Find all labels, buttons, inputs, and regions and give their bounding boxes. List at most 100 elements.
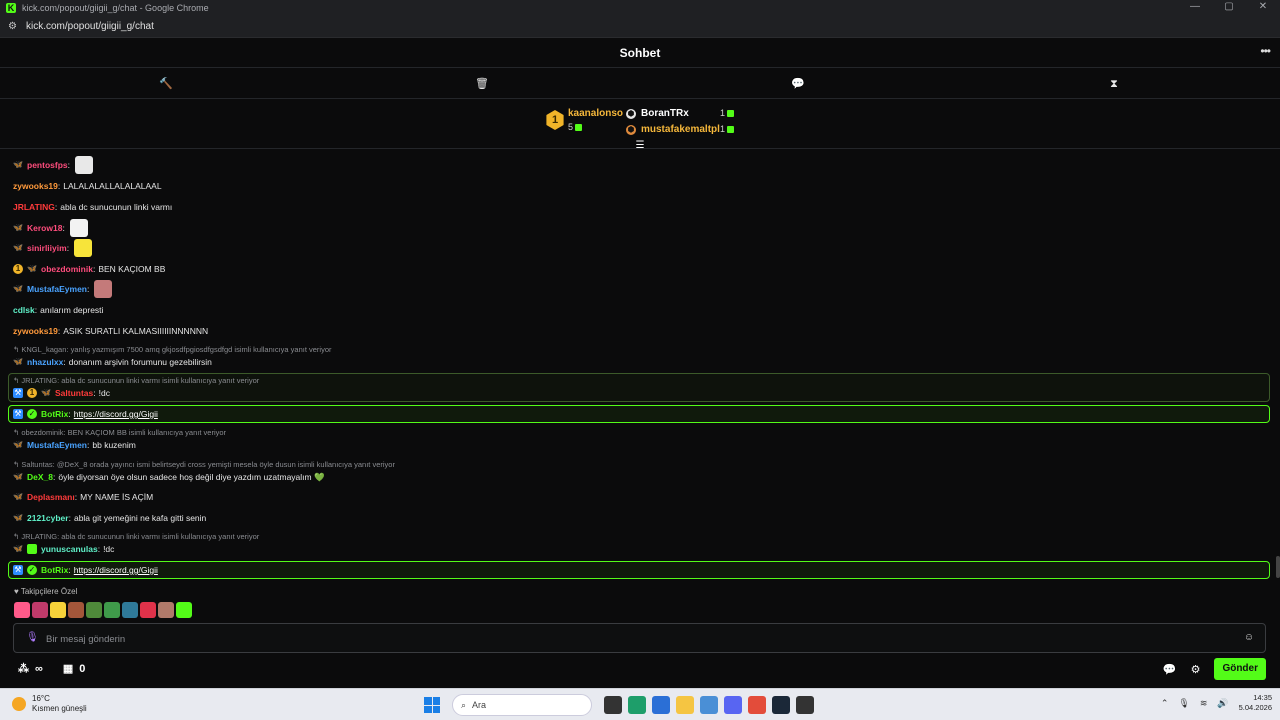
moderator-badge-icon: ⚒ <box>13 409 23 419</box>
emote-icon[interactable] <box>68 602 84 618</box>
username[interactable]: zywooks19 <box>13 181 58 191</box>
reply-context[interactable]: KNGL_kagan: yanlış yazmışım 7500 amq gkj… <box>13 345 331 355</box>
trash-icon[interactable]: 🗑 <box>475 77 489 91</box>
leaderboard-name: BoranTRx <box>641 108 689 119</box>
username[interactable]: pentosfps <box>27 160 68 170</box>
message-link[interactable]: https://discord.gg/Gigii <box>74 565 158 575</box>
username[interactable]: sinirliiyim <box>27 243 67 253</box>
leaderboard-count: 1 <box>720 108 735 118</box>
site-settings-icon[interactable]: ⚙ <box>8 21 18 32</box>
chat-input[interactable] <box>46 630 1226 648</box>
username[interactable]: DeX_8 <box>27 472 53 482</box>
wifi-icon[interactable]: ≋ <box>1200 698 1208 709</box>
username[interactable]: cdlsk <box>13 305 35 315</box>
message-link[interactable]: https://discord.gg/Gigii <box>74 409 158 419</box>
username[interactable]: yunuscanulas <box>41 544 98 554</box>
browser-title-bar: K kick.com/popout/giigii_g/chat - Google… <box>0 0 1280 16</box>
username[interactable]: nhazulxx <box>27 357 63 367</box>
rank-2-icon: ⬢ <box>626 109 636 119</box>
chat-bubble-icon[interactable]: 💬 <box>791 77 805 91</box>
url-text[interactable]: kick.com/popout/giigii_g/chat <box>26 21 154 32</box>
microphone-icon[interactable]: 🎙 <box>1178 698 1189 709</box>
maximize-button[interactable]: ▢ <box>1212 0 1246 16</box>
emote-icon[interactable] <box>122 602 138 618</box>
emote-quickbar <box>14 602 192 618</box>
minimize-button[interactable]: — <box>1178 0 1212 16</box>
username[interactable]: MustafaEymen <box>27 440 87 450</box>
reply-context[interactable]: JRLATING: abla dc sunucunun linki varmı … <box>13 376 259 386</box>
system-tray: ⌃ 🎙 ≋ 🔊 14:35 5.04.2026 <box>1161 693 1272 713</box>
start-icon[interactable] <box>424 697 440 713</box>
username[interactable]: Saltuntas <box>55 388 93 398</box>
emote-icon[interactable] <box>50 602 66 618</box>
microphone-icon[interactable]: 🎙 <box>26 632 39 644</box>
chat-message: 🦋 sinirliiyim: <box>13 239 93 257</box>
reply-context[interactable]: Saltuntas: @DeX_8 orada yayıncı ismi bel… <box>13 460 395 470</box>
steam-icon[interactable] <box>772 696 790 714</box>
username[interactable]: 2121cyber <box>27 513 69 523</box>
reply-context[interactable]: obezdominik: BEN KAÇIOM BB isimli kullan… <box>13 428 226 438</box>
emote-icon <box>94 280 113 298</box>
reply-context[interactable]: JRLATING: abla dc sunucunun linki varmı … <box>13 532 259 542</box>
hammer-icon[interactable]: 🔨 <box>159 77 173 91</box>
clock[interactable]: 14:35 5.04.2026 <box>1239 693 1272 713</box>
message-text: ASIK SURATLI KALMASIIIIIINNNNNN <box>63 326 209 336</box>
butterfly-badge-icon: 🦋 <box>13 357 23 366</box>
leaderboard-row[interactable]: ⬢ mustafakemaltpl 1 <box>626 124 741 138</box>
volume-icon[interactable]: 🔊 <box>1217 698 1228 709</box>
username[interactable]: BotRix <box>41 409 68 419</box>
file-explorer-icon[interactable] <box>676 696 694 714</box>
username[interactable]: JRLATING <box>13 202 55 212</box>
leaderboard-row[interactable]: ⬢ BoranTRx 1 <box>626 108 741 122</box>
emote-icon[interactable] <box>32 602 48 618</box>
username[interactable]: Deplasmanı <box>27 492 75 502</box>
butterfly-badge-icon: 🦋 <box>13 243 23 252</box>
emote-icon[interactable] <box>104 602 120 618</box>
points-icon[interactable]: ⁂ <box>18 662 29 675</box>
chevron-up-icon[interactable]: ⌃ <box>1161 698 1169 709</box>
emote-icon[interactable] <box>140 602 156 618</box>
username[interactable]: BotRix <box>41 565 68 575</box>
gift-icon <box>727 126 735 134</box>
hourglass-icon[interactable]: ⧗ <box>1107 77 1121 91</box>
store-app-icon[interactable] <box>652 696 670 714</box>
chat-bottom-right: 💬 ⚙ Gönder <box>1163 658 1266 680</box>
emote-icon[interactable] <box>14 602 30 618</box>
emote-icon[interactable] <box>176 602 192 618</box>
username[interactable]: zywooks19 <box>13 326 58 336</box>
butterfly-badge-icon: 🦋 <box>41 388 51 397</box>
chat-message: ⚒ 1 🦋 Saltuntas: !dc <box>13 388 110 398</box>
emoji-picker-icon[interactable]: ☺ <box>1243 632 1255 644</box>
search-icon: ⌕ <box>461 699 467 710</box>
gift-icon <box>727 110 735 118</box>
store-icon[interactable]: ▦ <box>63 662 73 675</box>
message-text: donanım arşivin forumunu gezebilirsin <box>68 357 212 367</box>
chat-bubble-icon[interactable]: 💬 <box>1163 663 1177 676</box>
emote-icon[interactable] <box>158 602 174 618</box>
gear-icon[interactable]: ⚙ <box>1191 663 1201 676</box>
weather-widget[interactable]: 16°C Kısmen güneşli <box>12 694 87 714</box>
taskbar-search[interactable]: ⌕ Ara <box>452 694 592 716</box>
more-icon[interactable]: ••• <box>1260 44 1271 58</box>
username[interactable]: MustafaEymen <box>27 284 87 294</box>
chat-message: 1 🦋 obezdominik: BEN KAÇIOM BB <box>13 262 165 276</box>
chat-scrollbar[interactable] <box>1276 556 1280 578</box>
settings-app-icon[interactable] <box>700 696 718 714</box>
chat-input-box: 🎙 ☺ <box>13 623 1266 653</box>
username[interactable]: obezdominik <box>41 264 93 274</box>
message-text: bb kuzenim <box>92 440 136 450</box>
emote-icon[interactable] <box>86 602 102 618</box>
address-bar: ⚙ kick.com/popout/giigii_g/chat <box>0 16 1280 38</box>
taskbar-apps: ⌕ Ara <box>424 694 814 716</box>
app-icon[interactable] <box>796 696 814 714</box>
chrome-icon[interactable] <box>748 696 766 714</box>
kick-favicon-icon: K <box>6 3 16 13</box>
chat-bottom-bar: ⁂ ∞ ▦ 0 💬 ⚙ Gönder <box>0 655 1280 685</box>
task-view-icon[interactable] <box>604 696 622 714</box>
sub-badge-icon: 1 <box>13 264 23 274</box>
discord-icon[interactable] <box>724 696 742 714</box>
username[interactable]: Kerow18 <box>27 223 62 233</box>
close-button[interactable]: ✕ <box>1246 0 1280 16</box>
edge-icon[interactable] <box>628 696 646 714</box>
send-button[interactable]: Gönder <box>1214 658 1266 680</box>
